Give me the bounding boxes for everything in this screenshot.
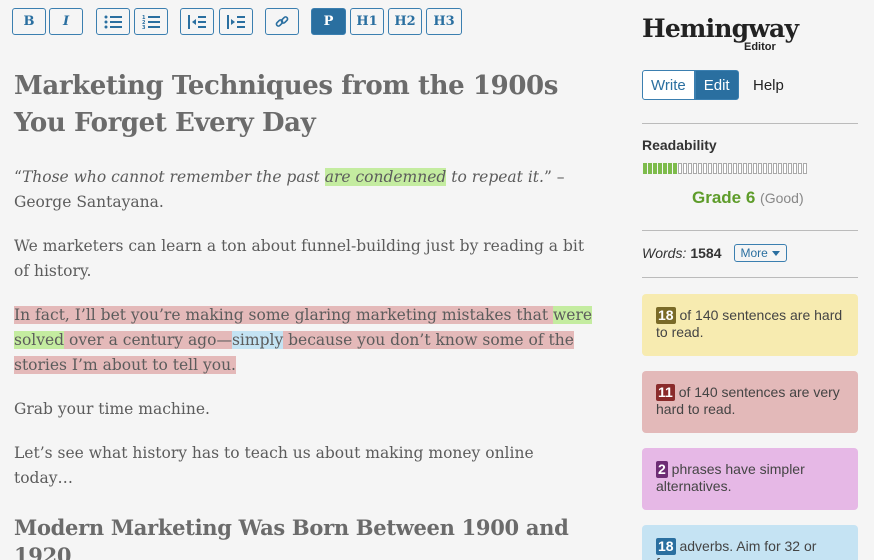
grade-level: Grade 6 (Good) [692,188,804,208]
readability-segment [768,163,772,174]
numbered-list-button[interactable]: 1 2 3 [134,8,168,35]
hard-paragraph[interactable]: In fact, I’ll bet you’re making some gla… [14,303,594,378]
readability-segment [743,163,747,174]
adverb-highlight: simply [231,331,284,349]
bold-button[interactable]: B [12,8,46,35]
readability-segment [653,163,657,174]
readability-segment [668,163,672,174]
grade-note: (Good) [760,190,804,206]
paragraph-button[interactable]: P [311,8,346,35]
readability-segment [778,163,782,174]
numbered-list-icon: 1 2 3 [142,15,160,30]
readability-bar [643,163,807,174]
help-link[interactable]: Help [753,77,784,94]
quote-paragraph[interactable]: “Those who cannot remember the past are … [14,165,594,215]
grade-value: Grade 6 [692,188,756,207]
indent-button[interactable] [219,8,253,35]
readability-label: Readability [642,137,717,153]
hemingway-logo: Hemingway [642,14,799,43]
write-mode-button[interactable]: Write [642,70,695,100]
readability-segment [753,163,757,174]
divider [642,277,858,278]
readability-segment [788,163,792,174]
quote-text-end: to repeat it. [446,168,544,186]
paragraph[interactable]: We marketers can learn a ton about funne… [14,234,594,284]
italic-button[interactable]: I [49,8,83,35]
card-text: of 140 sentences are hard to read. [656,307,843,340]
sentence-part: In fact, I’ll bet you’re making some gla… [14,306,554,324]
more-dropdown[interactable]: More [733,244,787,262]
paragraph[interactable]: Let’s see what history has to teach us a… [14,441,594,491]
quote-text: Those who cannot remember the past [21,168,325,186]
readability-segment [673,163,677,174]
readability-segment [683,163,687,174]
link-button[interactable] [265,8,299,35]
divider [642,230,858,231]
sidebar: Hemingway Editor Write Edit Help Readabi… [642,0,858,560]
readability-segment [763,163,767,174]
section-heading[interactable]: Modern Marketing Was Born Between 1900 a… [14,514,594,560]
adverbs-card[interactable]: 18 adverbs. Aim for 32 or fewer. [642,525,858,560]
sentence-part: over a century ago— [64,331,232,349]
editor-content[interactable]: Marketing Techniques from the 1900s You … [14,68,594,560]
readability-segment [708,163,712,174]
readability-segment [658,163,662,174]
outdent-icon [188,14,206,29]
readability-segment [738,163,742,174]
quote-open: “ [14,168,22,186]
readability-segment [718,163,722,174]
readability-segment [728,163,732,174]
card-count: 2 [656,461,668,478]
edit-mode-button[interactable]: Edit [694,70,739,100]
word-count: Words: 1584 More [642,244,787,262]
very-hard-sentences-card[interactable]: 11 of 140 sentences are very hard to rea… [642,371,858,433]
readability-segment [703,163,707,174]
passive-voice-highlight: are condemned [324,168,447,186]
readability-segment [803,163,807,174]
words-label: Words: [642,245,687,261]
outdent-button[interactable] [180,8,214,35]
card-text: of 140 sentences are very hard to read. [656,384,840,417]
readability-segment [688,163,692,174]
caret-down-icon [771,250,780,256]
mode-toggle: Write Edit [642,70,739,100]
heading1-button[interactable]: H1 [350,8,384,35]
card-text: phrases have simpler alternatives. [656,461,805,494]
readability-segment [713,163,717,174]
heading2-button[interactable]: H2 [388,8,422,35]
card-count: 18 [656,307,676,324]
card-count: 11 [656,384,675,401]
simpler-alternatives-card[interactable]: 2 phrases have simpler alternatives. [642,448,858,510]
indent-icon [227,14,245,29]
very-hard-sentence-highlight: In fact, I’ll bet you’re making some gla… [14,306,593,374]
readability-segment [798,163,802,174]
divider [642,123,858,124]
words-count: 1584 [690,245,722,261]
readability-segment [663,163,667,174]
readability-segment [643,163,647,174]
readability-segment [748,163,752,174]
link-icon [275,15,289,27]
readability-segment [678,163,682,174]
readability-segment [733,163,737,174]
readability-segment [783,163,787,174]
readability-segment [758,163,762,174]
readability-segment [693,163,697,174]
readability-segment [773,163,777,174]
hard-sentences-card[interactable]: 18 of 140 sentences are hard to read. [642,294,858,356]
readability-segment [723,163,727,174]
logo-subtitle: Editor [744,41,776,53]
svg-text:3: 3 [142,25,146,30]
paragraph[interactable]: Grab your time machine. [14,397,594,422]
card-text: adverbs. Aim for 32 or fewer. [656,538,817,560]
bulleted-list-button[interactable] [96,8,130,35]
readability-segment [698,163,702,174]
readability-segment [648,163,652,174]
readability-segment [793,163,797,174]
more-label: More [740,246,768,260]
article-title[interactable]: Marketing Techniques from the 1900s You … [14,68,594,142]
bulleted-list-icon [104,15,122,28]
heading3-button[interactable]: H3 [426,8,462,35]
card-count: 18 [656,538,676,555]
